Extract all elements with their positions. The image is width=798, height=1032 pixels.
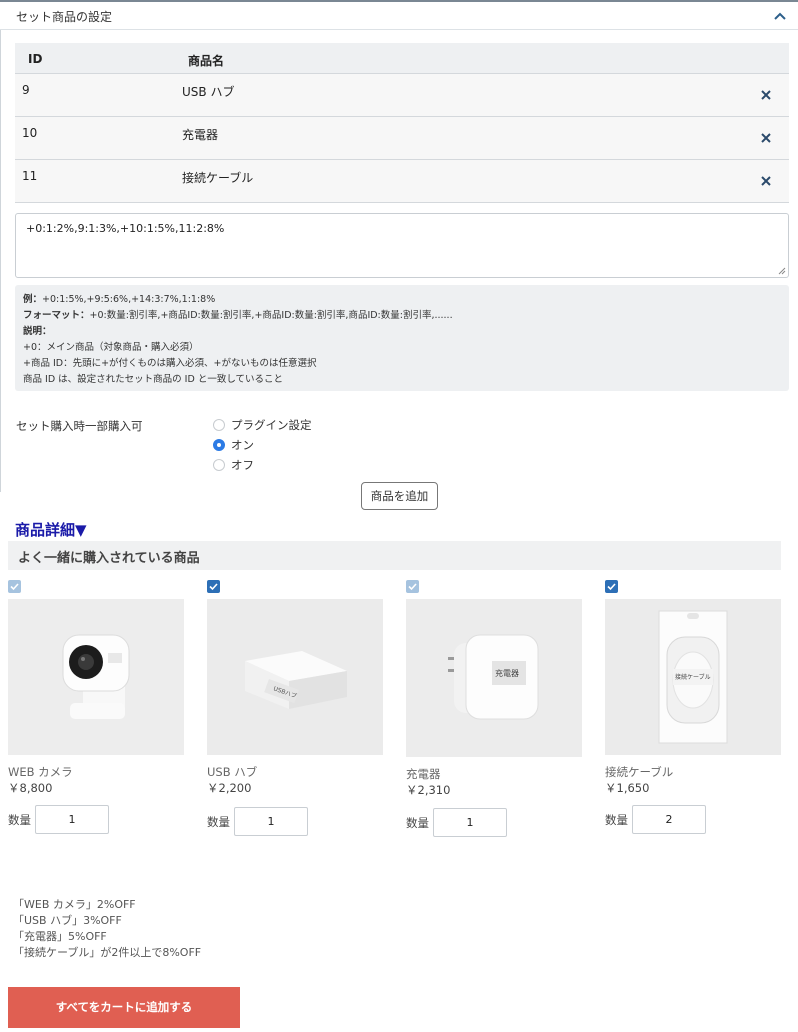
format-label: フォーマット： bbox=[23, 310, 90, 321]
row-id: 9 bbox=[22, 83, 30, 97]
quantity-label: 数量 bbox=[406, 816, 429, 830]
product-name[interactable]: USB ハブ bbox=[207, 764, 257, 780]
discount-item: 「WEB カメラ」2%OFF bbox=[13, 898, 136, 911]
product-card: WEB カメラ ￥8,800 数量 1 bbox=[8, 580, 184, 840]
remove-icon[interactable] bbox=[759, 88, 773, 102]
product-price: ￥8,800 bbox=[8, 781, 53, 795]
quantity-input[interactable]: 2 bbox=[632, 805, 706, 834]
product-price: ￥2,310 bbox=[406, 783, 451, 797]
row-id: 11 bbox=[22, 169, 38, 183]
product-detail-heading[interactable]: 商品詳細▼ bbox=[15, 519, 87, 540]
panel-border bbox=[0, 2, 1, 492]
cable-package-image: 接続ケーブル bbox=[605, 599, 781, 755]
discount-item: 「USB ハブ」3%OFF bbox=[13, 914, 122, 927]
partial-purchase-label: セット購入時一部購入可 bbox=[16, 419, 143, 433]
description-line: 商品 ID は、設定されたセット商品の ID と一致していること bbox=[23, 374, 284, 385]
product-name[interactable]: 接続ケーブル bbox=[605, 764, 673, 780]
row-product-name: 接続ケーブル bbox=[182, 171, 254, 185]
panel-header[interactable]: セット商品の設定 bbox=[0, 2, 798, 30]
check-icon bbox=[209, 583, 218, 591]
check-icon bbox=[408, 583, 417, 591]
discount-list: 「WEB カメラ」2%OFF 「USB ハブ」3%OFF 「充電器」5%OFF … bbox=[13, 897, 201, 961]
discount-item: 「充電器」5%OFF bbox=[13, 930, 107, 943]
discount-item: 「接続ケーブル」が2件以上で8%OFF bbox=[13, 946, 202, 959]
table-row: 10 充電器 bbox=[15, 117, 789, 160]
description-line: +0：メイン商品（対象商品・購入必須） bbox=[23, 342, 199, 353]
table-row: 9 USB ハブ bbox=[15, 74, 789, 117]
add-all-to-cart-button[interactable]: すべてをカートに追加する bbox=[8, 987, 240, 1028]
quantity-input[interactable]: 1 bbox=[35, 805, 109, 834]
product-card: 充電器 充電器 ￥2,310 数量 1 bbox=[406, 580, 582, 840]
row-id: 10 bbox=[22, 126, 38, 140]
product-name[interactable]: 充電器 bbox=[406, 766, 441, 782]
product-price: ￥2,200 bbox=[207, 781, 252, 795]
set-products-table: ID 商品名 9 USB ハブ 10 充電器 11 接続ケーブル bbox=[15, 43, 789, 203]
remove-icon[interactable] bbox=[759, 174, 773, 188]
row-product-name: USB ハブ bbox=[182, 85, 235, 99]
check-icon bbox=[10, 583, 19, 591]
product-image[interactable] bbox=[8, 599, 184, 755]
quantity-label: 数量 bbox=[207, 815, 230, 829]
product-checkbox[interactable] bbox=[406, 580, 419, 593]
chevron-up-icon[interactable] bbox=[772, 8, 788, 24]
table-row: 11 接続ケーブル bbox=[15, 160, 789, 203]
product-card: 接続ケーブル 接続ケーブル ￥1,650 数量 2 bbox=[605, 580, 781, 840]
quantity-input[interactable]: 1 bbox=[433, 808, 507, 837]
cable-label: 接続ケーブル bbox=[675, 673, 711, 681]
resize-grip-icon[interactable] bbox=[778, 267, 786, 275]
format-help-box: 例：+0:1:5%,+9:5:6%,+14:3:7%,1:1:8% フォーマット… bbox=[15, 285, 789, 391]
product-card: USBハブ USB ハブ ￥2,200 数量 1 bbox=[207, 580, 383, 840]
charger-label: 充電器 bbox=[495, 668, 519, 678]
description-line: +商品 ID：先頭に+が付くものは購入必須、+がないものは任意選択 bbox=[23, 358, 317, 369]
radio-button[interactable] bbox=[213, 419, 225, 431]
product-name[interactable]: WEB カメラ bbox=[8, 764, 73, 780]
bundle-header: よく一緒に購入されている商品 bbox=[8, 541, 781, 570]
product-image[interactable]: 充電器 bbox=[406, 599, 582, 757]
check-icon bbox=[607, 583, 616, 591]
description-label: 説明： bbox=[23, 326, 52, 337]
quantity-label: 数量 bbox=[8, 813, 31, 827]
quantity-input[interactable]: 1 bbox=[234, 807, 308, 836]
set-product-settings-panel: セット商品の設定 ID 商品名 9 USB ハブ 10 充電器 11 接続ケーブ… bbox=[0, 0, 798, 518]
radio-button-selected[interactable] bbox=[213, 439, 225, 451]
example-text: +0:1:5%,+9:5:6%,+14:3:7%,1:1:8% bbox=[42, 294, 216, 305]
format-text: +0:数量:割引率,+商品ID:数量:割引率,+商品ID:数量:割引率,商品ID… bbox=[89, 310, 453, 321]
product-checkbox[interactable] bbox=[605, 580, 618, 593]
add-product-button[interactable]: 商品を追加 bbox=[361, 482, 438, 510]
table-header: ID 商品名 bbox=[15, 43, 789, 74]
charger-image: 充電器 bbox=[406, 599, 582, 757]
webcam-image bbox=[8, 599, 184, 755]
product-price: ￥1,650 bbox=[605, 781, 650, 795]
radio-label: オン bbox=[231, 438, 254, 452]
header-id: ID bbox=[28, 52, 43, 66]
example-label: 例： bbox=[23, 294, 43, 305]
remove-icon[interactable] bbox=[759, 131, 773, 145]
panel-title: セット商品の設定 bbox=[16, 10, 113, 24]
radio-label: オフ bbox=[231, 458, 254, 472]
usb-hub-image: USBハブ bbox=[207, 599, 383, 755]
radio-label: プラグイン設定 bbox=[231, 418, 312, 432]
set-config-textarea[interactable]: +0:1:2%,9:1:3%,+10:1:5%,11:2:8% bbox=[15, 213, 789, 278]
product-image[interactable]: 接続ケーブル bbox=[605, 599, 781, 755]
product-checkbox[interactable] bbox=[207, 580, 220, 593]
row-product-name: 充電器 bbox=[182, 128, 219, 142]
header-product-name: 商品名 bbox=[188, 54, 225, 68]
quantity-label: 数量 bbox=[605, 813, 628, 827]
bundle-title: よく一緒に購入されている商品 bbox=[18, 551, 200, 566]
product-image[interactable]: USBハブ bbox=[207, 599, 383, 755]
product-checkbox[interactable] bbox=[8, 580, 21, 593]
radio-button[interactable] bbox=[213, 459, 225, 471]
textarea-value: +0:1:2%,9:1:3%,+10:1:5%,11:2:8% bbox=[26, 222, 225, 235]
